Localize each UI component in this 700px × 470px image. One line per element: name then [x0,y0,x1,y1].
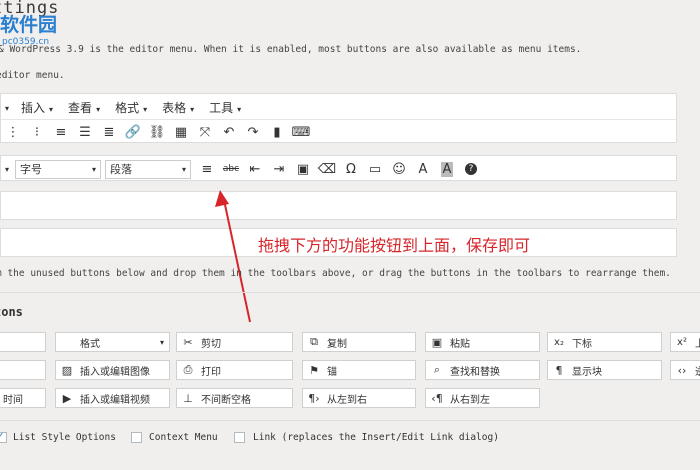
annotation-callout: 拖拽下方的功能按钮到上面，保存即可 [258,236,531,255]
clipboard-icon: ▣ [431,335,443,349]
background-color-icon[interactable]: A [435,159,459,179]
unused-image-button[interactable]: ▨ 插入或编辑图像 [55,360,170,380]
editor-toolbar-panel: ▾ 插入 ▾ 查看 ▾ 格式 ▾ 表格 ▾ 工具 ▾ ⋮ ⁝ ≡ ☰ ≣ 🔗 ⛓ ▦ ⤧ … [0,93,677,143]
paragraph-select[interactable]: 段落 ▾ [105,159,191,179]
unused-button-partial[interactable] [0,332,46,352]
rtl-icon: ‹¶ [431,391,443,405]
unused-cut-button[interactable]: ✂ 剪切 [176,332,293,352]
fullscreen-icon[interactable]: ⤧ [193,122,217,142]
code-icon: ‹› [677,363,687,377]
align-center-icon[interactable]: ☰ [73,122,97,142]
emoji-icon[interactable]: ☺ [387,159,411,179]
divider [0,292,700,293]
paste-text-icon[interactable]: ▮ [265,122,289,142]
unused-copy-button[interactable]: ⧉ 复制 [302,332,416,352]
option-context-menu[interactable]: Context Menu [131,432,218,443]
font-size-select[interactable]: 字号 ▾ [15,159,101,179]
unused-find-replace-button[interactable]: ⌕ 查找和替换 [425,360,540,380]
redo-icon[interactable]: ↷ [241,122,265,142]
menu-insert[interactable]: 插入 ▾ [21,99,53,116]
eraser-icon[interactable]: ⌫ [315,159,339,179]
link-checkbox[interactable] [234,432,245,443]
toolbar-row-2: ▾ 字号 ▾ 段落 ▾ ≡ abc ⇤ ⇥ ▣ ⌫ Ω ▭ ☺ A A ? [1,159,483,179]
unused-code-button[interactable]: ‹›逆 [670,360,700,380]
unused-ltr-button[interactable]: ¶› 从左到右 [302,388,416,408]
context-menu-label: Context Menu [149,432,218,443]
keyboard-icon[interactable]: ⌨ [289,122,313,142]
menu-caret[interactable]: ▾ [1,100,9,114]
ltr-icon: ¶› [308,391,320,405]
image-icon: ▨ [61,363,73,377]
horizontal-rule-icon[interactable]: ≡ [195,159,219,179]
omega-icon[interactable]: Ω [339,159,363,179]
editor-toolbar-panel-2: ▾ 字号 ▾ 段落 ▾ ≡ abc ⇤ ⇥ ▣ ⌫ Ω ▭ ☺ A A ? [0,155,677,181]
printer-icon: ⎙ [183,363,193,376]
unused-rtl-button[interactable]: ‹¶ 从右到左 [425,388,540,408]
toolbar-3-empty[interactable] [0,191,677,220]
annotation-arrow [215,190,251,323]
unused-anchor-button[interactable]: ⚑ 锚 [302,360,416,380]
menu-view[interactable]: 查看 ▾ [68,99,100,116]
video-icon: ▶ [62,391,72,405]
toolbar-row-1: ⋮ ⁝ ≡ ☰ ≣ 🔗 ⛓ ▦ ⤧ ↶ ↷ ▮ ⌨ [1,122,313,142]
menubar: ▾ 插入 ▾ 查看 ▾ 格式 ▾ 表格 ▾ 工具 ▾ [1,98,256,116]
option-list-style[interactable]: List Style Options [0,429,116,443]
table-icon[interactable]: ▦ [169,122,193,142]
menu-table[interactable]: 表格 ▾ [162,99,194,116]
unused-format-select[interactable]: 格式 ▾ [55,332,170,352]
link-icon[interactable]: 🔗 [121,122,145,142]
unused-nbsp-button[interactable]: ⊥ 不间断空格 [176,388,293,408]
unlink-icon[interactable]: ⛓ [145,122,169,142]
unused-video-button[interactable]: ▶ 插入或编辑视频 [55,388,170,408]
unused-superscript-button[interactable]: x²上 [670,332,700,352]
copy-icon: ⧉ [310,335,318,348]
hr-icon[interactable]: ▭ [363,159,387,179]
help-icon[interactable]: ? [459,159,483,179]
align-left-icon[interactable]: ≡ [49,122,73,142]
nbsp-icon: ⊥ [183,391,193,405]
menu-tools[interactable]: 工具 ▾ [209,99,241,116]
align-right-icon[interactable]: ≣ [97,122,121,142]
superscript-icon: x² [677,336,687,348]
list-style-checkbox[interactable] [0,429,7,443]
watermark-logo: 软件园 [0,14,58,36]
unused-print-button[interactable]: ⎙ 打印 [176,360,293,380]
paste-icon[interactable]: ▣ [291,159,315,179]
strikethrough-icon[interactable]: abc [219,159,243,179]
subscript-icon: x₂ [554,336,564,348]
binoculars-icon: ⌕ [433,363,441,376]
description-text: & WordPress 3.9 is the editor menu. When… [0,44,582,55]
divider-2 [0,420,700,421]
option-link[interactable]: Link (replaces the Insert/Edit Link dial… [234,432,499,443]
text-color-icon[interactable]: A [411,159,435,179]
indent-icon[interactable]: ⇥ [267,159,291,179]
bulleted-list-icon[interactable]: ⋮ [1,122,25,142]
unused-button-partial-2[interactable] [0,360,46,380]
outdent-icon[interactable]: ⇤ [243,159,267,179]
instruction-text: m the unused buttons below and drop them… [0,268,671,279]
link-label: Link (replaces the Insert/Edit Link dial… [253,432,499,443]
dropdown-caret[interactable]: ▾ [1,159,13,179]
numbered-list-icon[interactable]: ⁝ [25,122,49,142]
toolbar-divider [1,119,676,120]
unused-paste-button[interactable]: ▣ 粘贴 [425,332,540,352]
context-menu-checkbox[interactable] [131,432,142,443]
bookmark-icon: ⚑ [309,363,319,377]
list-style-label: List Style Options [13,432,116,443]
description-text-2: editor menu. [0,70,65,81]
undo-icon[interactable]: ↶ [217,122,241,142]
unused-time-button[interactable]: 时间 [0,388,46,408]
menu-format[interactable]: 格式 ▾ [115,99,147,116]
unused-show-blocks-button[interactable]: ¶ 显示块 [547,360,662,380]
scissors-icon: ✂ [183,335,193,349]
section-title-unused-buttons: tons [0,305,23,319]
unused-subscript-button[interactable]: x₂ 下标 [547,332,662,352]
pilcrow-icon: ¶ [555,363,563,377]
